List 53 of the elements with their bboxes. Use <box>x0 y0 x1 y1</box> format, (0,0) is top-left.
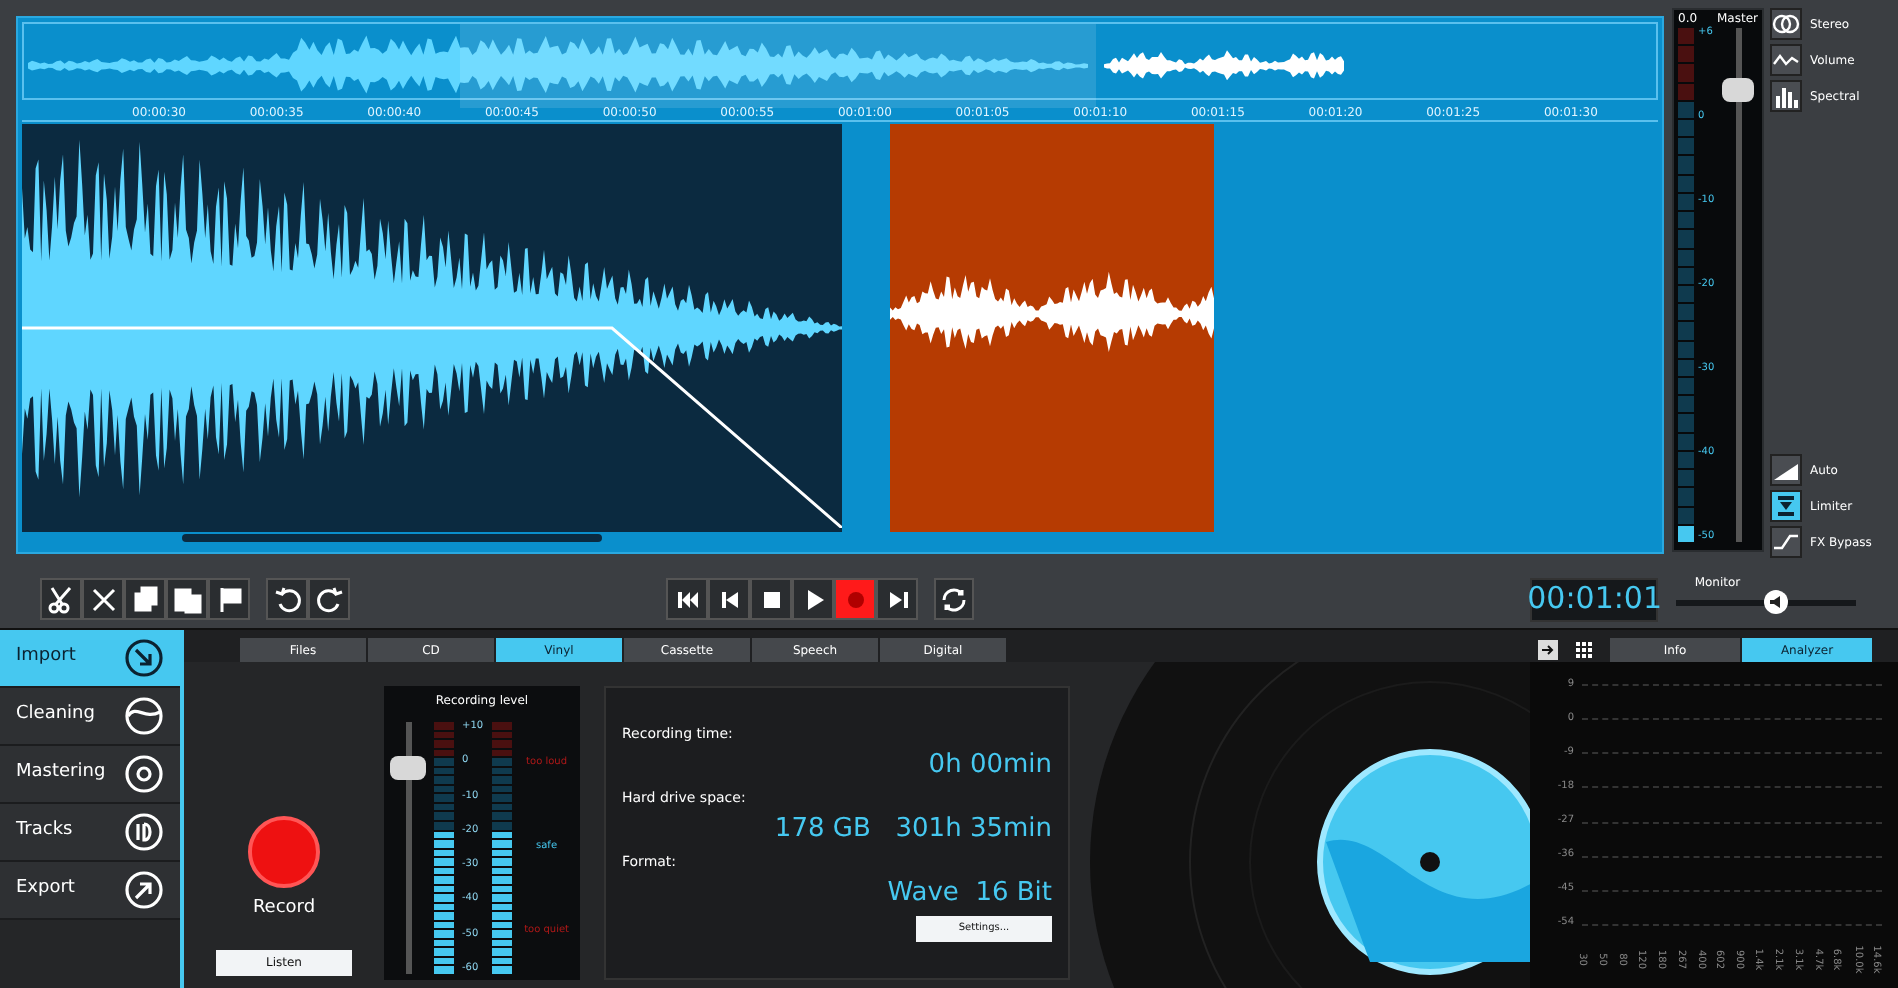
scrollbar-thumb[interactable] <box>182 534 602 543</box>
loop-icon <box>940 585 969 613</box>
record-button[interactable] <box>248 815 320 887</box>
tool-button[interactable] <box>166 578 208 620</box>
sidebar-item[interactable]: Cleaning <box>0 688 180 746</box>
tool-button[interactable] <box>82 578 124 620</box>
transport-button[interactable] <box>750 578 792 620</box>
tool-button[interactable] <box>308 578 350 620</box>
transport-button[interactable] <box>666 578 708 620</box>
fader-thumb[interactable] <box>1722 77 1755 102</box>
view-toggle[interactable] <box>1770 8 1802 40</box>
sidebar-item[interactable]: Tracks <box>0 804 180 862</box>
sidebar-item[interactable]: Mastering <box>0 746 180 804</box>
arrow-right-icon[interactable] <box>1538 640 1558 660</box>
tool-button[interactable] <box>124 578 166 620</box>
effect-toggle[interactable] <box>1770 490 1802 522</box>
ramp-icon <box>1772 458 1800 482</box>
spectrum-icon <box>1772 84 1800 108</box>
effect-toggle[interactable] <box>1770 454 1802 486</box>
copy-icon <box>131 585 159 613</box>
stereo-icon <box>1772 12 1800 36</box>
time-display: 00:01:01 <box>1530 577 1659 621</box>
paste-icon <box>173 585 201 613</box>
view-toggle[interactable] <box>1770 80 1802 112</box>
info-value: Wave 16 Bit <box>887 875 1052 911</box>
transport-button[interactable] <box>792 578 834 620</box>
loop-button[interactable] <box>934 578 975 620</box>
transport-button[interactable] <box>708 578 750 620</box>
id-icon <box>124 812 164 852</box>
record-label: Record <box>252 895 316 921</box>
sidebar-item[interactable]: Import <box>0 630 180 688</box>
level-slider-thumb[interactable] <box>390 755 426 780</box>
grid-icon[interactable] <box>1574 640 1594 660</box>
sidebar-item[interactable]: Export <box>0 862 180 920</box>
disc-icon <box>124 754 164 794</box>
speaker-icon <box>1769 595 1782 607</box>
limiter-icon <box>1772 494 1800 518</box>
wave-icon <box>124 696 164 736</box>
redo-icon <box>315 585 343 613</box>
info-value: 0h 00min <box>928 747 1052 783</box>
transport-button[interactable] <box>876 578 918 620</box>
monitor-slider-thumb[interactable] <box>1763 589 1788 613</box>
tool-button[interactable] <box>40 578 82 620</box>
tool-button[interactable] <box>266 578 308 620</box>
scissors-icon <box>47 585 75 613</box>
tool-button[interactable] <box>208 578 250 620</box>
info-value: 178 GB 301h 35min <box>774 811 1052 847</box>
flag-icon <box>215 585 243 613</box>
effect-toggle[interactable] <box>1770 526 1802 558</box>
close-icon <box>89 585 117 613</box>
view-toggle[interactable] <box>1770 44 1802 76</box>
bypass-icon <box>1772 530 1800 554</box>
undo-icon <box>273 585 301 613</box>
